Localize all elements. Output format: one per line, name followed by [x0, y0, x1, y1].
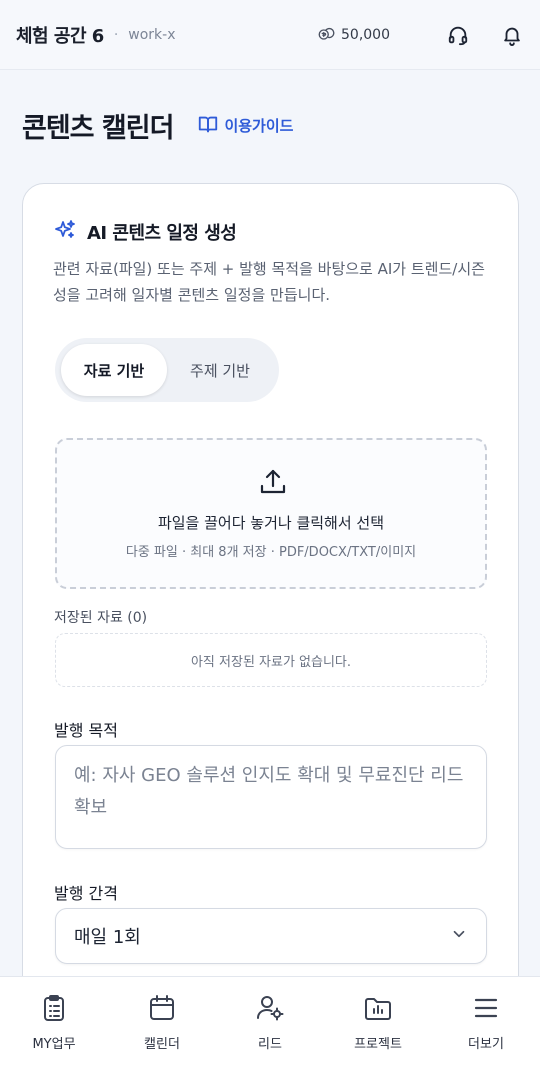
bottom-nav: MY업무 캘린더 리드 프로젝트 더보기 — [0, 976, 540, 1082]
guide-link-label: 이용가이드 — [224, 117, 294, 135]
book-icon — [197, 113, 219, 139]
purpose-label: 발행 목적 — [54, 721, 118, 740]
folder-chart-icon — [363, 993, 393, 1027]
source-mode-tabs: 자료 기반 주제 기반 — [55, 338, 279, 402]
top-bar: 체험 공간 6 · work-x 50,000 — [0, 0, 540, 70]
nav-calendar[interactable]: 캘린더 — [108, 977, 216, 1082]
user-gear-icon — [255, 993, 285, 1027]
nav-leads[interactable]: 리드 — [216, 977, 324, 1082]
dropzone-title: 파일을 끌어다 놓거나 클릭해서 선택 — [157, 514, 385, 532]
tab-topic-based[interactable]: 주제 기반 — [167, 344, 273, 396]
nav-label: 더보기 — [468, 1037, 504, 1052]
menu-icon — [471, 993, 501, 1027]
nav-projects[interactable]: 프로젝트 — [324, 977, 432, 1082]
workspace-id: work-x — [128, 26, 176, 43]
nav-my-work[interactable]: MY업무 — [0, 977, 108, 1082]
chevron-down-icon — [450, 925, 468, 948]
file-dropzone[interactable]: 파일을 끌어다 놓거나 클릭해서 선택 다중 파일 · 최대 8개 저장 · P… — [55, 438, 487, 589]
dropzone-subtitle: 다중 파일 · 최대 8개 저장 · PDF/DOCX/TXT/이미지 — [125, 545, 417, 560]
ai-schedule-card: AI 콘텐츠 일정 생성 관련 자료(파일) 또는 주제 + 발행 목적을 바탕… — [22, 183, 519, 1082]
saved-files-label: 저장된 자료 (0) — [54, 610, 148, 626]
sparkle-icon — [53, 218, 77, 246]
nav-label: 리드 — [258, 1037, 282, 1052]
clipboard-icon — [39, 993, 69, 1027]
card-title: AI 콘텐츠 일정 생성 — [87, 223, 237, 244]
credits-balance[interactable]: 50,000 — [317, 24, 390, 46]
interval-value: 매일 1회 — [74, 927, 141, 948]
nav-label: 프로젝트 — [354, 1037, 402, 1052]
page-title-row: 콘텐츠 캘린더 이용가이드 — [22, 106, 293, 145]
card-header: AI 콘텐츠 일정 생성 — [53, 218, 237, 246]
tab-file-based[interactable]: 자료 기반 — [61, 344, 167, 396]
page-title: 콘텐츠 캘린더 — [22, 113, 174, 144]
purpose-textarea[interactable]: 예: 자사 GEO 솔루션 인지도 확대 및 무료진단 리드 확보 — [55, 745, 487, 849]
nav-more[interactable]: 더보기 — [432, 977, 540, 1082]
bell-icon[interactable] — [500, 23, 524, 47]
interval-label: 발행 간격 — [54, 884, 118, 903]
saved-files-empty: 아직 저장된 자료가 없습니다. — [55, 633, 487, 687]
nav-label: 캘린더 — [144, 1037, 180, 1052]
headset-icon[interactable] — [446, 23, 470, 47]
coins-icon — [317, 24, 335, 46]
guide-link[interactable]: 이용가이드 — [197, 113, 293, 139]
calendar-icon — [147, 993, 177, 1027]
credits-value: 50,000 — [341, 26, 390, 43]
workspace-name[interactable]: 체험 공간 6 — [16, 22, 104, 48]
card-description: 관련 자료(파일) 또는 주제 + 발행 목적을 바탕으로 AI가 트렌드/시즌… — [53, 260, 485, 304]
nav-label: MY업무 — [32, 1037, 76, 1052]
workspace-separator: · — [113, 26, 119, 43]
interval-select[interactable]: 매일 1회 — [55, 908, 487, 964]
